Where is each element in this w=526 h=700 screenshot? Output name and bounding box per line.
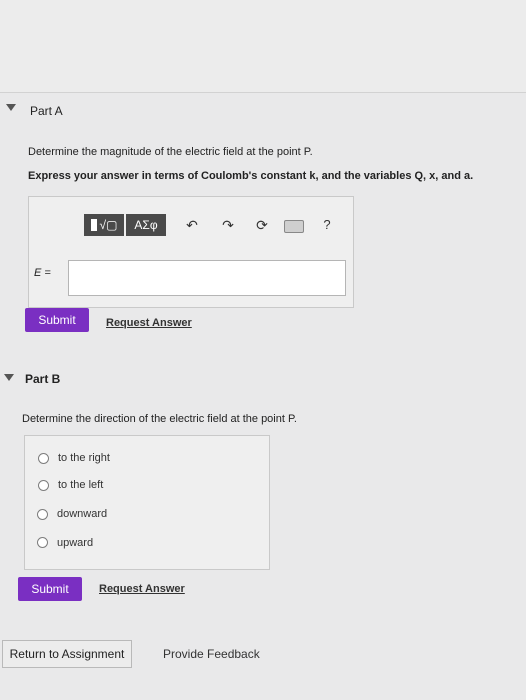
answer-label: E = — [34, 267, 51, 279]
templates-button[interactable]: √▢ — [84, 214, 124, 236]
radio-to-the-right[interactable] — [38, 453, 49, 464]
part-b-question: Determine the direction of the electric … — [22, 413, 297, 425]
top-strip — [0, 0, 526, 93]
option-label: to the right — [58, 452, 110, 464]
part-a-submit-button[interactable]: Submit — [25, 308, 89, 332]
option-label: upward — [57, 537, 94, 549]
radio-upward[interactable] — [37, 537, 48, 548]
return-to-assignment-button[interactable]: Return to Assignment — [2, 640, 132, 668]
part-a-instruction: Express your answer in terms of Coulomb'… — [28, 170, 474, 182]
part-a-question: Determine the magnitude of the electric … — [28, 146, 313, 158]
part-a-title: Part A — [30, 104, 63, 118]
keyboard-icon[interactable] — [284, 220, 304, 233]
part-a-request-answer-link[interactable]: Request Answer — [106, 317, 192, 329]
radio-to-the-left[interactable] — [38, 480, 49, 491]
answer-input[interactable] — [68, 260, 346, 296]
templates-icon — [90, 219, 97, 231]
help-button[interactable]: ? — [318, 213, 336, 237]
part-b-submit-button[interactable]: Submit — [18, 577, 82, 601]
option-label: downward — [57, 508, 108, 520]
collapse-part-b-icon[interactable] — [4, 374, 14, 381]
part-b-title: Part B — [25, 372, 61, 386]
part-b-request-answer-link[interactable]: Request Answer — [99, 583, 185, 595]
redo-icon[interactable]: ↷ — [216, 213, 240, 237]
greek-symbols-button[interactable]: ΑΣφ — [126, 214, 166, 236]
collapse-part-a-icon[interactable] — [6, 104, 16, 111]
sqrt-icon: √▢ — [99, 218, 118, 232]
radio-downward[interactable] — [37, 509, 48, 520]
undo-icon[interactable]: ↶ — [180, 213, 204, 237]
option-label: to the left — [58, 479, 104, 491]
provide-feedback-link[interactable]: Provide Feedback — [163, 647, 260, 661]
reset-icon[interactable]: ⟳ — [250, 213, 274, 237]
